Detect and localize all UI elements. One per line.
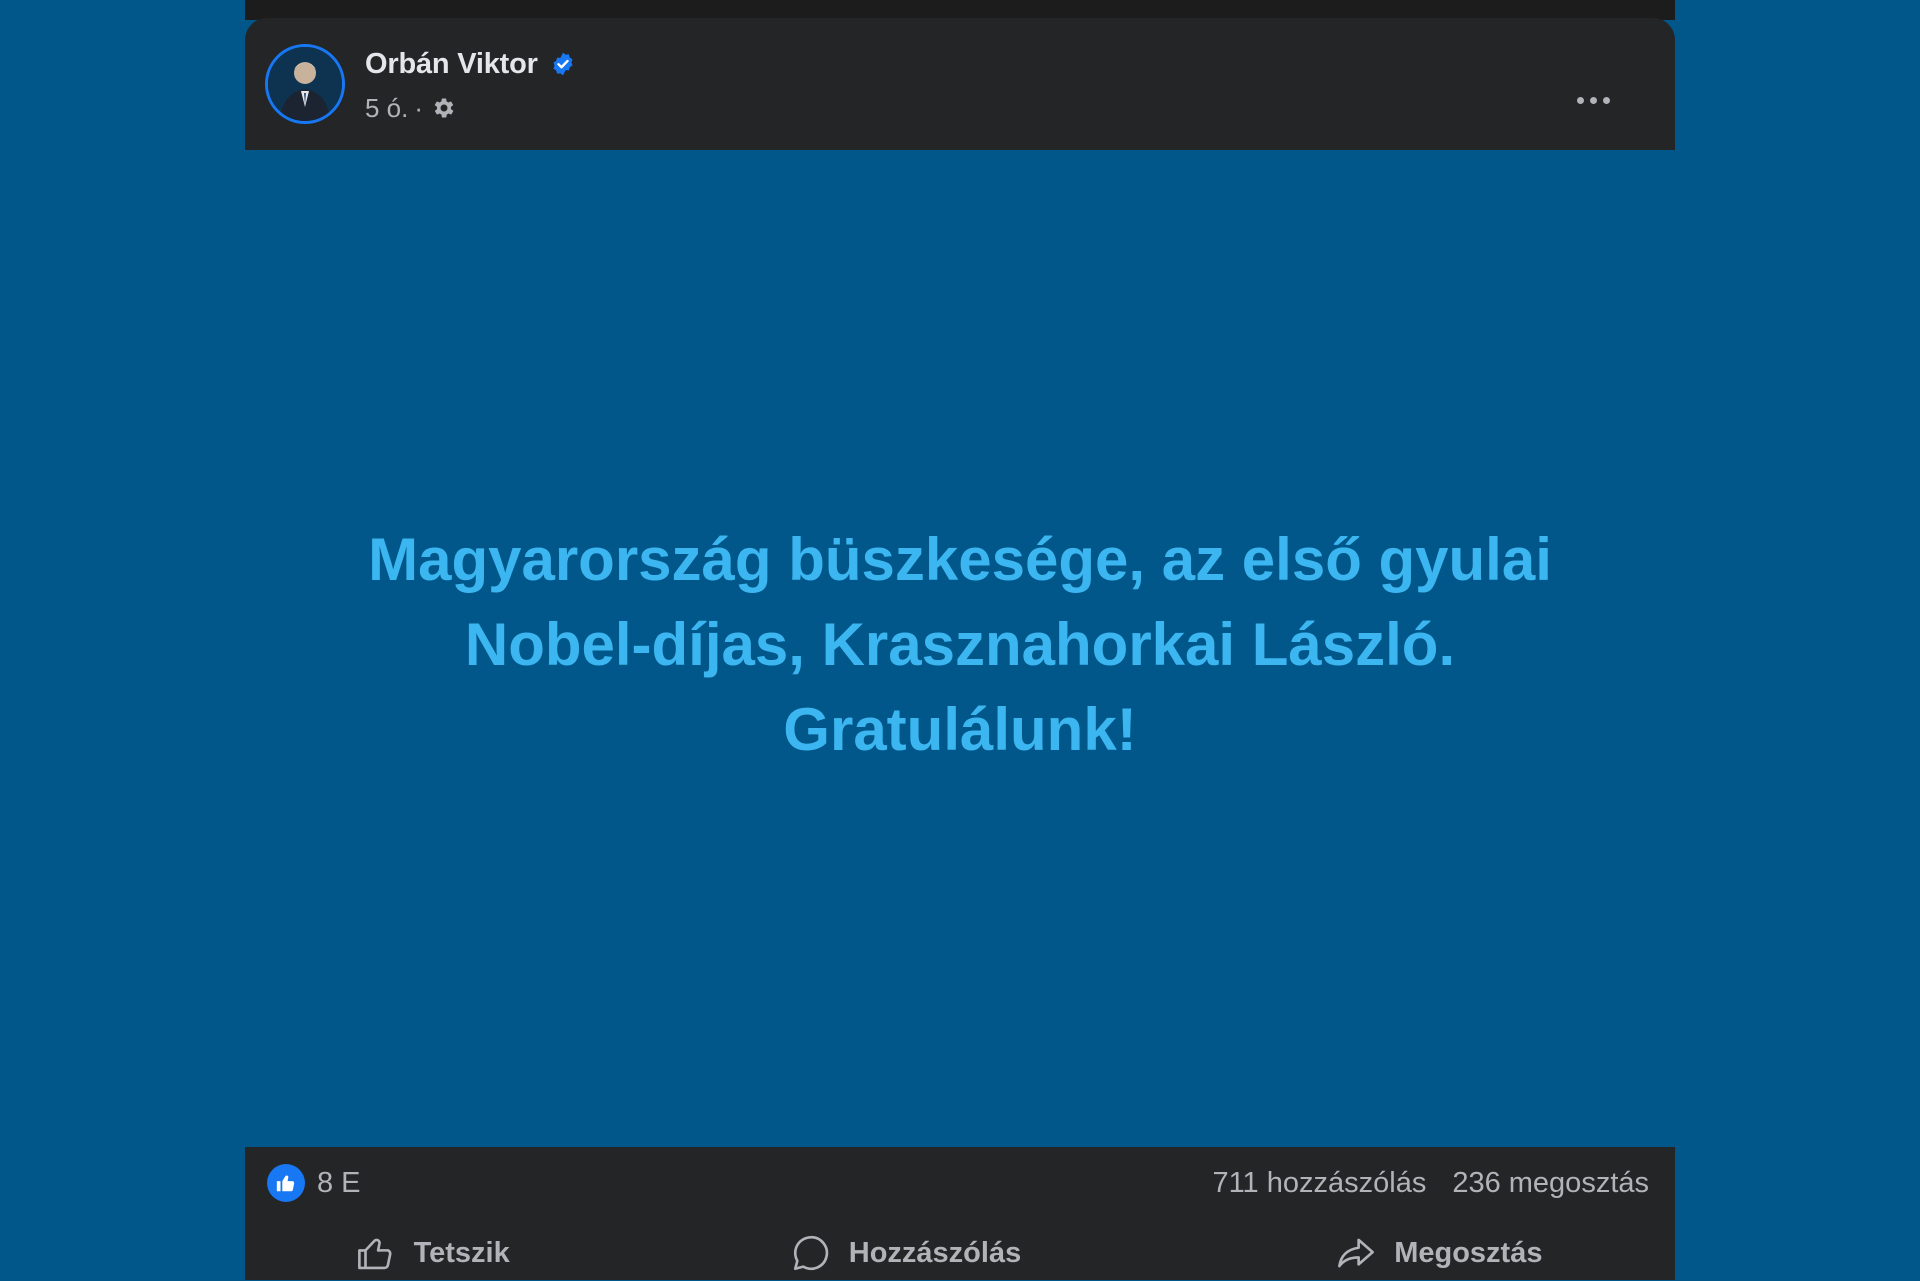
post-time[interactable]: 5 ó. bbox=[365, 93, 408, 124]
more-options-icon[interactable] bbox=[1565, 80, 1621, 120]
author-row: Orbán Viktor bbox=[365, 44, 576, 84]
comment-label: Hozzászólás bbox=[848, 1236, 1022, 1269]
comment-button[interactable]: Hozzászólás bbox=[668, 1225, 1141, 1281]
share-label: Megosztás bbox=[1394, 1236, 1543, 1269]
post-body: Magyarország büszkesége, az első gyulai … bbox=[245, 150, 1675, 1150]
share-button[interactable]: Megosztás bbox=[1202, 1225, 1675, 1281]
thumbs-up-outline-icon bbox=[357, 1238, 392, 1270]
like-button[interactable]: Tetszik bbox=[195, 1225, 668, 1281]
top-strip bbox=[245, 0, 1675, 20]
gear-icon[interactable] bbox=[431, 95, 457, 121]
meta-separator: · bbox=[414, 92, 424, 123]
thumbs-up-icon bbox=[267, 1164, 305, 1202]
like-label: Tetszik bbox=[413, 1236, 510, 1269]
facebook-post: Orbán Viktor 5 ó. · Magyarország büszkes… bbox=[245, 18, 1675, 1280]
share-count[interactable]: 236 megosztás bbox=[1452, 1167, 1649, 1200]
post-text-line: Gratulálunk! bbox=[783, 695, 1137, 763]
action-bar: Tetszik Hozzászólás Megosztás bbox=[245, 1225, 1675, 1281]
reaction-summary[interactable]: 8 E bbox=[267, 1161, 361, 1205]
post-text-line: Nobel-díjas, Krasznahorkai László. bbox=[464, 610, 1456, 678]
verified-badge-icon bbox=[550, 51, 576, 77]
post-header: Orbán Viktor 5 ó. · bbox=[245, 18, 1675, 150]
post-stats: 711 hozzászólás 236 megosztás bbox=[1212, 1161, 1649, 1205]
avatar-portrait bbox=[268, 47, 342, 121]
reaction-count: 8 E bbox=[317, 1166, 361, 1199]
post-text-line: Magyarország büszkesége, az első gyulai bbox=[368, 525, 1552, 593]
post-footer: 8 E 711 hozzászólás 236 megosztás Tetszi… bbox=[245, 1147, 1675, 1280]
comment-count[interactable]: 711 hozzászólás bbox=[1212, 1167, 1426, 1200]
author-name[interactable]: Orbán Viktor bbox=[365, 48, 538, 81]
share-arrow-icon bbox=[1338, 1238, 1375, 1268]
post-meta: 5 ó. · bbox=[365, 90, 457, 126]
post-text: Magyarország büszkesége, az első gyulai … bbox=[310, 517, 1610, 772]
speech-bubble-icon bbox=[793, 1235, 828, 1271]
avatar[interactable] bbox=[265, 44, 345, 124]
